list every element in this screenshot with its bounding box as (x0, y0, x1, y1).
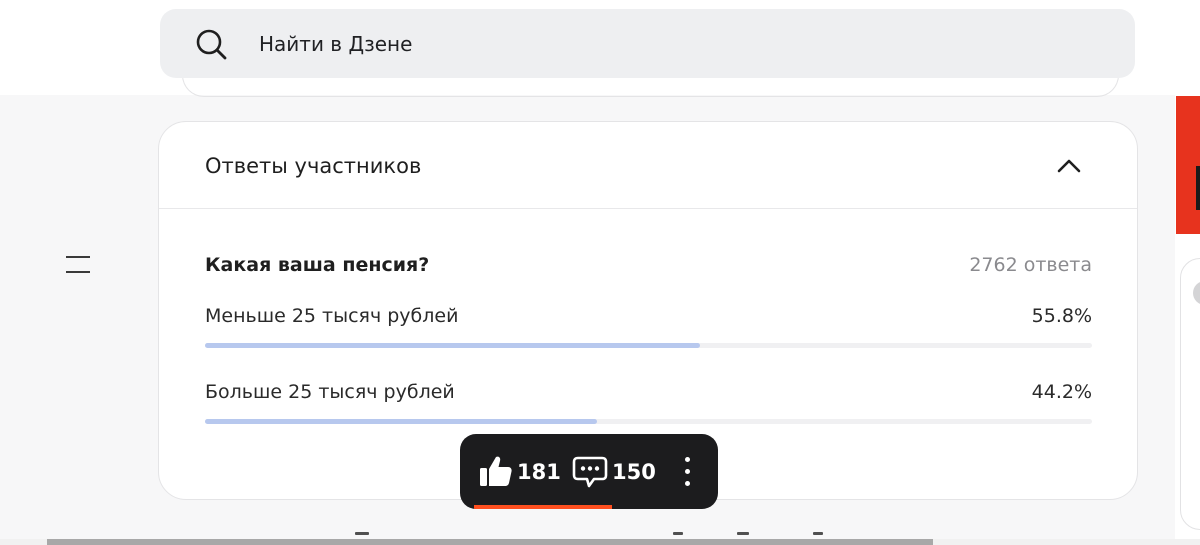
progress-track (205, 343, 1092, 348)
like-count: 181 (517, 460, 561, 484)
poll-option[interactable]: Больше 25 тысяч рублей 44.2% (205, 379, 1092, 439)
poll-question: Какая ваша пенсия? (205, 254, 430, 276)
option-label: Меньше 25 тысяч рублей (205, 305, 459, 327)
menu-icon[interactable] (66, 254, 90, 276)
search-icon (196, 29, 227, 60)
search-placeholder: Найти в Дзене (259, 32, 413, 56)
scrollbar-thumb[interactable] (47, 539, 933, 545)
action-bar: 181 150 (460, 434, 718, 509)
poll-option[interactable]: Меньше 25 тысяч рублей 55.8% (205, 303, 1092, 363)
progress-track (205, 419, 1092, 424)
chevron-up-icon[interactable] (1055, 152, 1083, 180)
next-section-text (355, 532, 835, 538)
avatar (1193, 281, 1200, 305)
option-percent: 44.2% (1031, 381, 1092, 403)
option-percent: 55.8% (1031, 305, 1092, 327)
progress-fill (205, 419, 598, 424)
answers-count: 2762 ответа (969, 254, 1092, 276)
read-progress (474, 505, 612, 509)
comment-icon[interactable] (572, 455, 608, 489)
option-label: Больше 25 тысяч рублей (205, 381, 455, 403)
side-card[interactable] (1180, 258, 1200, 530)
more-vertical-icon[interactable] (682, 457, 692, 487)
thumbs-up-icon[interactable] (479, 454, 513, 488)
poll-title: Ответы участников (205, 154, 422, 178)
side-banner[interactable] (1176, 96, 1200, 234)
comment-count: 150 (612, 460, 656, 484)
divider (159, 208, 1137, 209)
progress-fill (205, 343, 700, 348)
